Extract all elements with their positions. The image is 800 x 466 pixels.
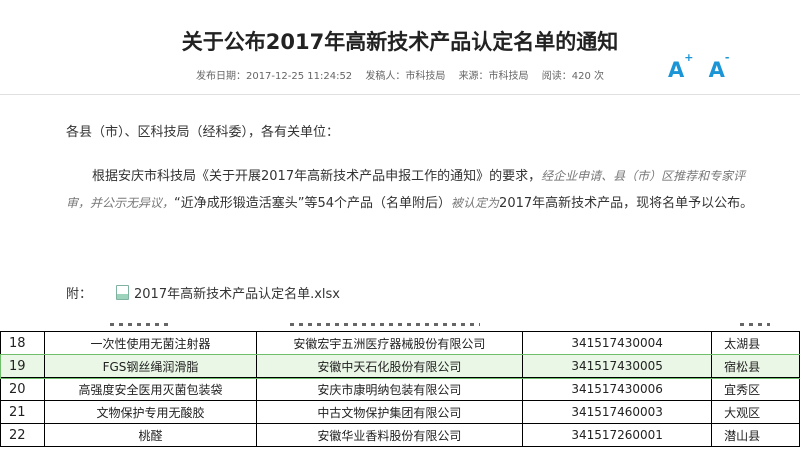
cut-text-fragment [290, 323, 480, 326]
product-code: 341517430005 [522, 354, 713, 378]
company-name: 中古文物保护集团有限公司 [255, 400, 524, 424]
product-code: 341517460003 [522, 400, 713, 424]
cut-text-fragment [740, 323, 770, 326]
product-name: 文物保护专用无酸胶 [44, 400, 257, 424]
attachment-row: 附： 2017年高新技术产品认定名单.xlsx [66, 283, 340, 302]
table-row: 20 高强度安全医用灭菌包装袋 安庆市康明纳包装有限公司 34151743000… [0, 377, 800, 401]
product-table: 18 一次性使用无菌注射器 安徽宏宇五洲医疗器械股份有限公司 341517430… [0, 331, 800, 447]
product-code: 341517260001 [522, 423, 713, 447]
decrease-font-button[interactable]: A- [709, 51, 730, 82]
attachment-link[interactable]: 2017年高新技术产品认定名单.xlsx [134, 283, 340, 302]
product-name: 高强度安全医用灭菌包装袋 [44, 377, 257, 401]
district: 大观区 [711, 400, 800, 424]
row-number: 21 [0, 400, 46, 424]
district: 潜山县 [711, 423, 800, 447]
row-number: 20 [0, 377, 46, 401]
view-count: 阅读：420 次 [541, 71, 605, 82]
header-divider [0, 94, 800, 95]
company-name: 安徽宏宇五洲医疗器械股份有限公司 [255, 331, 524, 355]
district: 宜秀区 [711, 377, 800, 401]
product-name: FGS钢丝绳润滑脂 [44, 354, 257, 378]
table-row: 18 一次性使用无菌注射器 安徽宏宇五洲医疗器械股份有限公司 341517430… [0, 331, 800, 355]
article-body: 各县（市）、区科技局（经科委），各有关单位： 根据安庆市科技局《关于开展2017… [66, 122, 756, 217]
district: 宿松县 [711, 354, 800, 378]
row-number: 18 [0, 331, 46, 355]
increase-font-button[interactable]: A+ [668, 51, 693, 82]
product-name: 一次性使用无菌注射器 [44, 331, 257, 355]
sender: 发稿人：市科技局 [365, 71, 446, 82]
attachment-label: 附： [66, 287, 93, 302]
product-code: 341517430006 [522, 377, 713, 401]
company-name: 安徽中天石化股份有限公司 [255, 354, 524, 378]
product-name: 桃醛 [44, 423, 257, 447]
source: 来源：市科技局 [458, 71, 529, 82]
row-number: 22 [0, 423, 46, 447]
table-row: 21 文物保护专用无酸胶 中古文物保护集团有限公司 341517460003 大… [0, 400, 800, 424]
table-row: 22 桃醛 安徽华业香料股份有限公司 341517260001 潜山县 [0, 423, 800, 447]
body-paragraph: 根据安庆市科技局《关于开展2017年高新技术产品申报工作的通知》的要求，经企业申… [66, 169, 754, 211]
cut-text-fragment [110, 323, 170, 326]
product-code: 341517430004 [522, 331, 713, 355]
xlsx-file-icon [116, 285, 130, 300]
font-size-controls: A+ A- [668, 51, 739, 82]
row-number: 19 [0, 354, 46, 378]
company-name: 安庆市康明纳包装有限公司 [255, 377, 524, 401]
publish-date: 发布日期：2017-12-25 11:24:52 [195, 71, 353, 82]
district: 太湖县 [711, 331, 800, 355]
company-name: 安徽华业香料股份有限公司 [255, 423, 524, 447]
page-title: 关于公布2017年高新技术产品认定名单的通知 [181, 30, 619, 54]
product-table-container: 18 一次性使用无菌注射器 安徽宏宇五洲医疗器械股份有限公司 341517430… [0, 322, 800, 466]
salutation: 各县（市）、区科技局（经科委），各有关单位： [66, 125, 340, 140]
table-row-selected[interactable]: 19 FGS钢丝绳润滑脂 安徽中天石化股份有限公司 341517430005 宿… [0, 353, 800, 379]
